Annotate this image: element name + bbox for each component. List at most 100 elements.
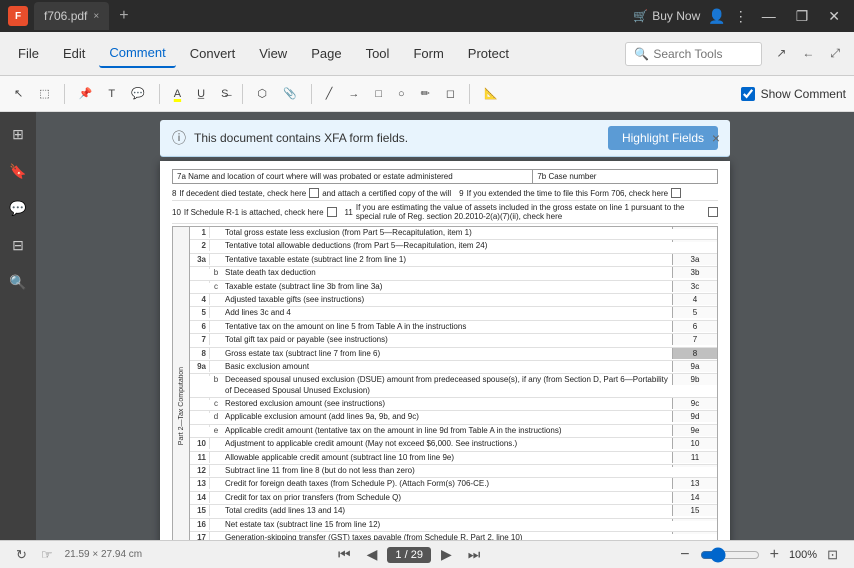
line-text: Net estate tax (subtract line 15 from li… (222, 519, 672, 531)
menu-edit[interactable]: Edit (53, 40, 95, 67)
app-icon: F (8, 6, 28, 26)
hand-icon[interactable]: ☞ (37, 545, 57, 565)
buy-now-button[interactable]: 🛒 Buy Now (633, 9, 700, 23)
show-comment-checkbox[interactable] (741, 87, 755, 101)
menu-form[interactable]: Form (403, 40, 453, 67)
first-page-button[interactable]: ⏮ (332, 544, 357, 565)
menu-comment[interactable]: Comment (99, 39, 175, 68)
tool-pencil[interactable]: ✏ (415, 83, 436, 104)
menu-convert[interactable]: Convert (180, 40, 246, 67)
checkbox-item-9: 9 If you extended the time to file this … (459, 188, 681, 198)
table-row: cTaxable estate (subtract line 3b from l… (190, 281, 717, 294)
line-number: 11 (190, 452, 210, 463)
separator-5 (469, 84, 470, 104)
sidebar-search-icon[interactable]: 🔍 (3, 268, 32, 297)
menu-dots-icon[interactable]: ⋮ (734, 8, 748, 25)
line-value (672, 532, 717, 534)
separator-4 (311, 84, 312, 104)
tool-measure[interactable]: 📐 (478, 83, 504, 104)
line-sub (210, 478, 222, 480)
tool-rect[interactable]: □ (369, 84, 388, 104)
tool-attach[interactable]: 📎 (277, 83, 303, 104)
page-indicator: 1 / 29 (387, 547, 431, 563)
sidebar-pages-icon[interactable]: ⊞ (6, 120, 30, 149)
testate-checkbox[interactable] (309, 188, 319, 198)
menu-page[interactable]: Page (301, 40, 351, 67)
sidebar-bookmarks-icon[interactable]: 🔖 (3, 157, 32, 186)
line-value (672, 240, 717, 242)
bottom-bar: ↻ ☞ 21.59 × 27.94 cm ⏮ ◀ 1 / 29 ▶ ⏭ − + … (0, 540, 854, 568)
close-window-button[interactable]: ✕ (822, 6, 846, 27)
line-text: Restored exclusion amount (see instructi… (222, 398, 672, 410)
external-link-icon[interactable]: ↗ (770, 42, 792, 65)
search-icon: 🔍 (634, 47, 649, 61)
maximize-button[interactable]: ❐ (790, 6, 815, 27)
next-page-button[interactable]: ▶ (435, 544, 458, 565)
line-sub (210, 321, 222, 323)
line-number: 16 (190, 519, 210, 530)
active-tab[interactable]: f706.pdf × (34, 2, 109, 30)
table-row: 16 Net estate tax (subtract line 15 from … (190, 519, 717, 532)
prev-page-button[interactable]: ◀ (361, 544, 384, 565)
zoom-in-button[interactable]: + (766, 546, 783, 564)
line-number (190, 425, 210, 427)
schedule-r1-checkbox[interactable] (327, 207, 337, 217)
page-navigation: ⏮ ◀ 1 / 29 ▶ ⏭ (332, 544, 486, 565)
search-input[interactable] (653, 47, 753, 61)
menu-file[interactable]: File (8, 40, 49, 67)
tool-line[interactable]: ╱ (320, 83, 339, 104)
account-icon[interactable]: 👤 (708, 8, 725, 25)
main-area: ⊞ 🔖 💬 ⊟ 🔍 ⓘ This document contains XFA f… (0, 112, 854, 540)
line-text: Applicable credit amount (tentative tax … (222, 425, 672, 437)
sidebar-comments-icon[interactable]: 💬 (3, 194, 32, 223)
expand-icon[interactable]: ⤢ (824, 42, 846, 65)
tool-textbox[interactable]: T (102, 84, 121, 104)
tool-oval[interactable]: ○ (392, 84, 411, 104)
sidebar-layers-icon[interactable]: ⊟ (6, 231, 30, 260)
back-icon[interactable]: ← (796, 42, 820, 65)
highlight-fields-button[interactable]: Highlight Fields (608, 126, 718, 150)
line-number: 15 (190, 505, 210, 516)
tool-strikethrough[interactable]: S̶ (215, 84, 234, 104)
minimize-button[interactable]: — (756, 6, 782, 26)
extended-checkbox[interactable] (671, 188, 681, 198)
line-text: Total gross estate less exclusion (from … (222, 227, 672, 239)
close-tab-button[interactable]: × (93, 11, 99, 22)
line-text: Subtract line 11 from line 8 (but do not… (222, 465, 672, 477)
table-row: 1Total gross estate less exclusion (from… (190, 227, 717, 240)
line-value: 6 (672, 321, 717, 332)
table-row: 8Gross estate tax (subtract line 7 from … (190, 348, 717, 361)
menu-protect[interactable]: Protect (458, 40, 519, 67)
rotate-icon[interactable]: ↻ (12, 545, 31, 565)
table-row: 13Credit for foreign death taxes (from S… (190, 478, 717, 491)
tool-marquee[interactable]: ⬚ (33, 83, 55, 104)
estimating-checkbox[interactable] (708, 207, 718, 217)
zoom-out-button[interactable]: − (676, 546, 693, 564)
tool-cursor[interactable]: ↖ (8, 83, 29, 104)
line-sub (210, 452, 222, 454)
title-bar-right: 🛒 Buy Now 👤 ⋮ — ❐ ✕ (633, 6, 846, 27)
new-tab-button[interactable]: + (115, 3, 132, 29)
line-value: 5 (672, 307, 717, 318)
search-box[interactable]: 🔍 (625, 42, 762, 66)
menu-tool[interactable]: Tool (356, 40, 400, 67)
tool-stamp[interactable]: ⬡ (251, 83, 273, 104)
notification-bar: ⓘ This document contains XFA form fields… (160, 120, 730, 157)
tool-arrow[interactable]: → (342, 84, 365, 104)
fit-page-button[interactable]: ⊡ (823, 545, 842, 565)
line-sub (210, 254, 222, 256)
separator-1 (64, 84, 65, 104)
tool-callout[interactable]: 💬 (125, 83, 151, 104)
notification-close-button[interactable]: × (712, 130, 720, 146)
line-value: 3b (672, 267, 717, 278)
line-number (190, 267, 210, 269)
tool-sticky[interactable]: 📌 (73, 83, 99, 104)
line-value: 9c (672, 398, 717, 409)
tool-underline[interactable]: U̲ (191, 84, 211, 104)
last-page-button[interactable]: ⏭ (462, 544, 487, 565)
tool-highlight[interactable]: A (168, 84, 187, 104)
line-number: 14 (190, 492, 210, 503)
tool-eraser[interactable]: ◻ (440, 83, 461, 104)
zoom-slider[interactable] (700, 547, 760, 563)
menu-view[interactable]: View (249, 40, 297, 67)
